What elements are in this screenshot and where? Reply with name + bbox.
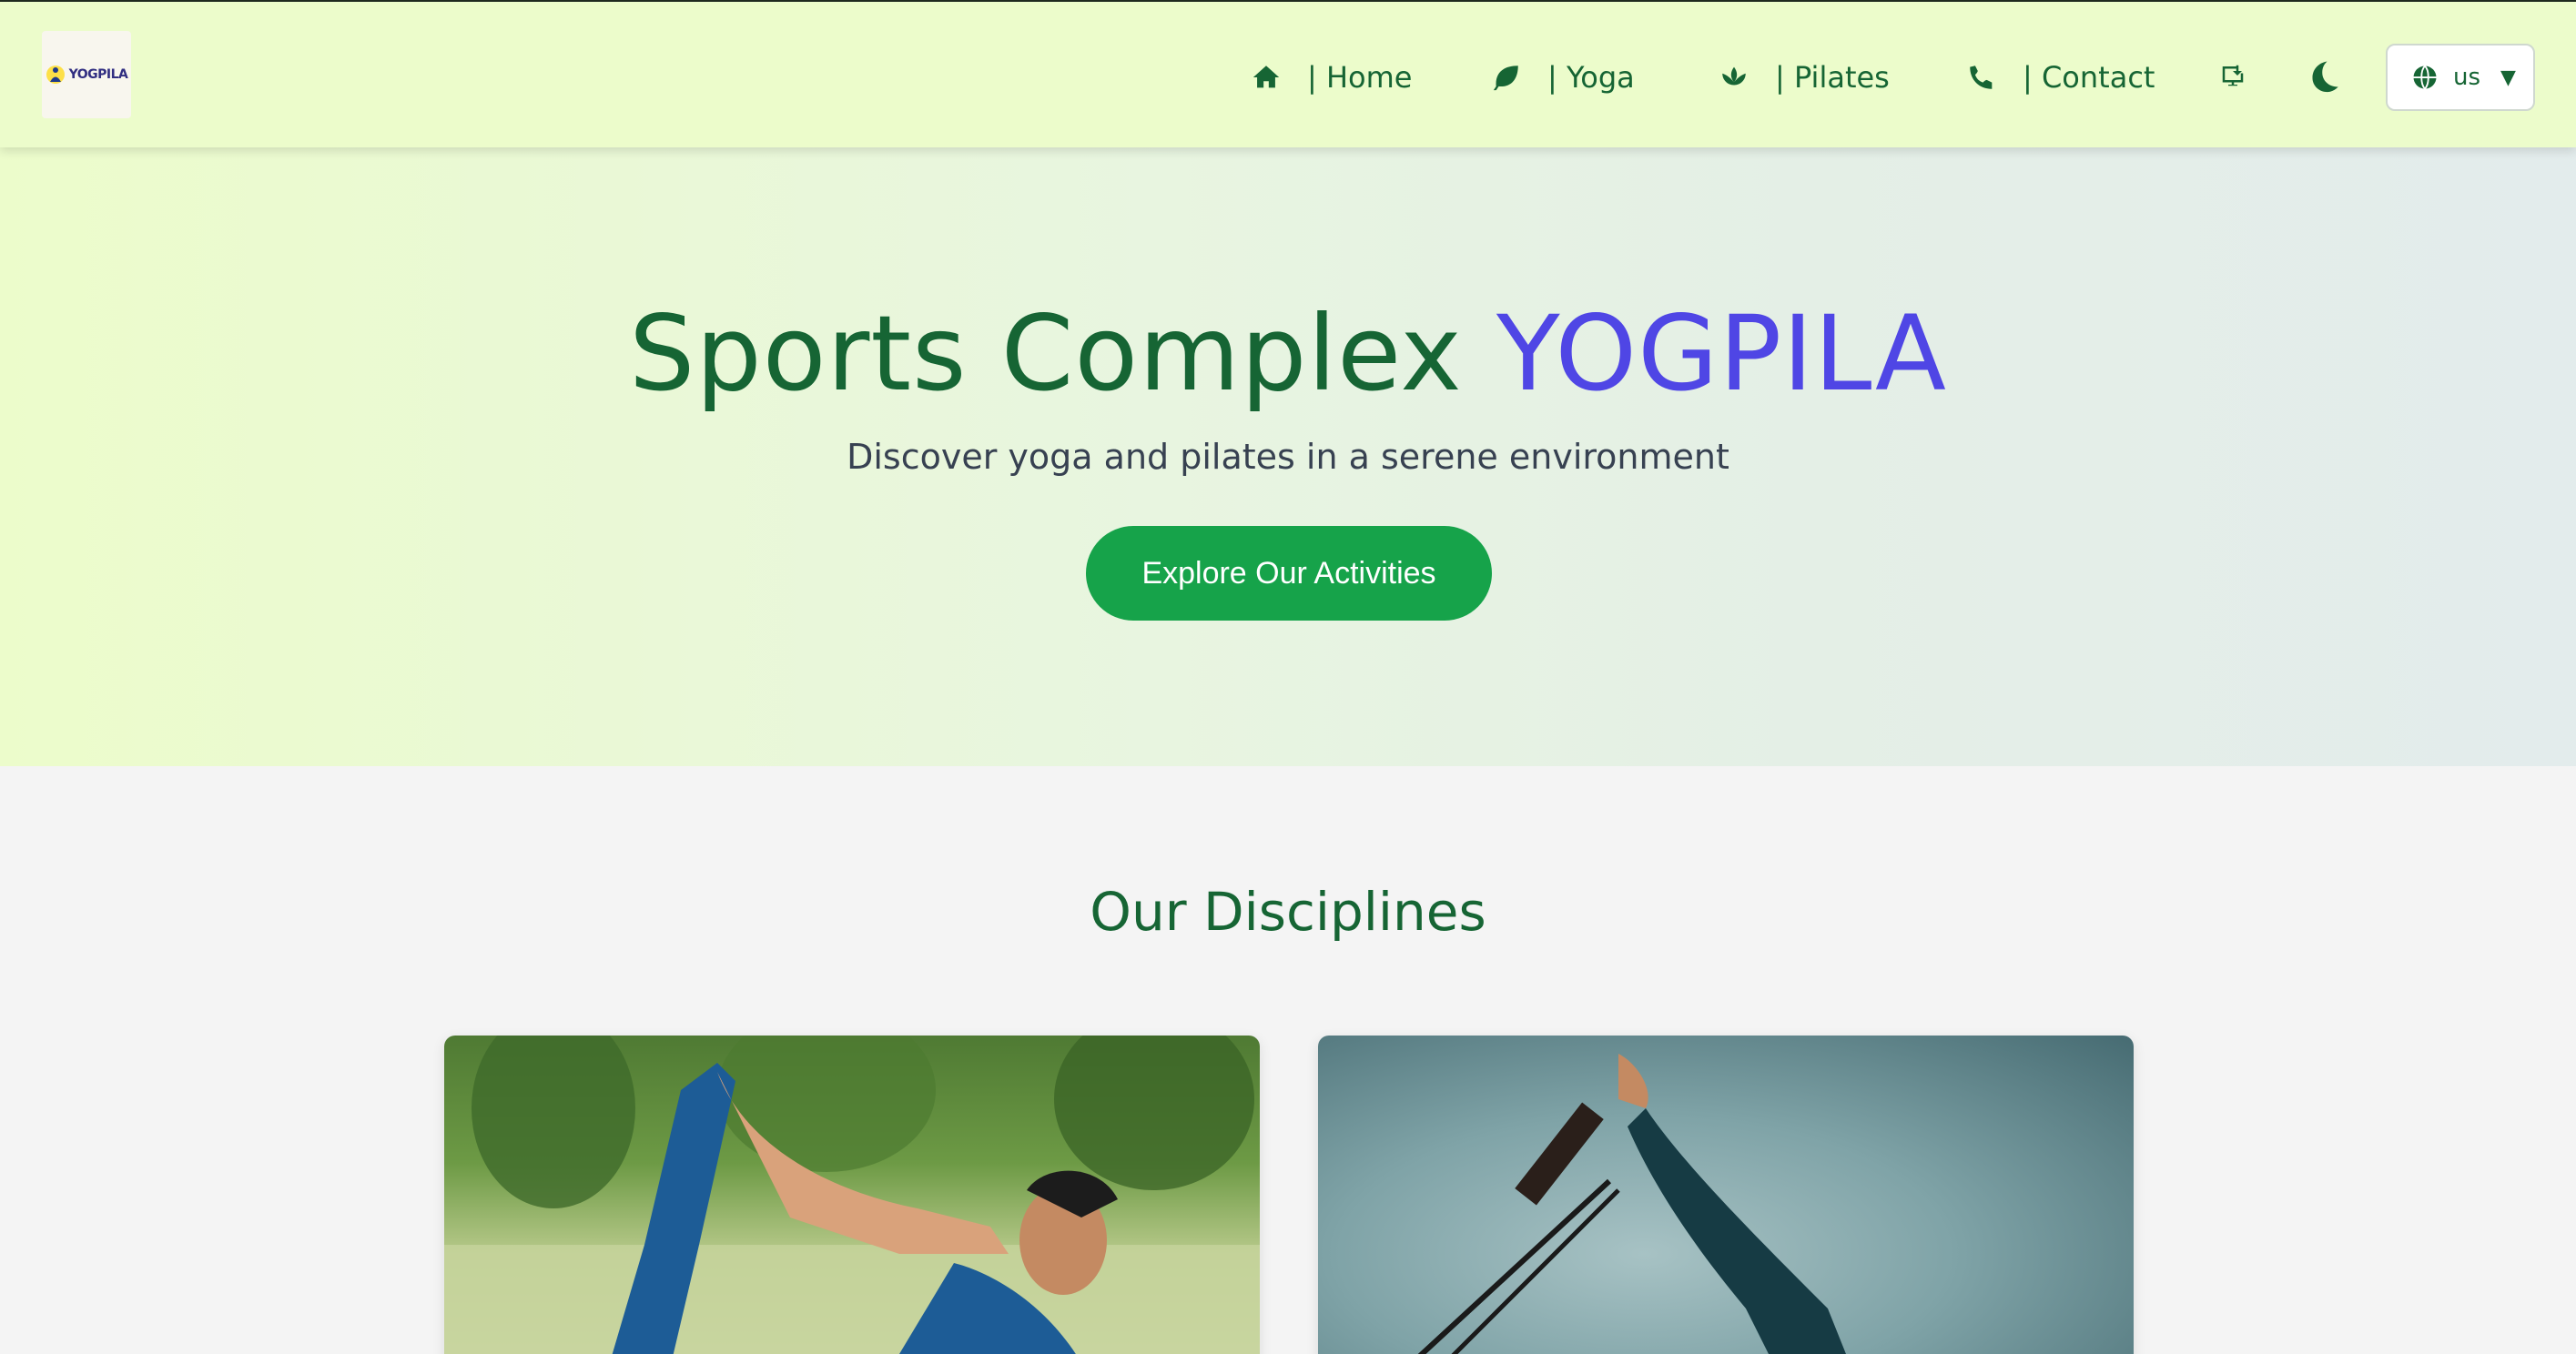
- yoga-photo: [444, 1036, 1260, 1354]
- nav-contact-link[interactable]: | Contact: [1966, 55, 2155, 100]
- hero-subtitle: Discover yoga and pilates in a serene en…: [847, 437, 1729, 477]
- theme-toggle-button[interactable]: [2303, 56, 2345, 98]
- pilates-card[interactable]: [1318, 1036, 2134, 1354]
- language-selector[interactable]: us ▼: [2386, 44, 2535, 111]
- nav-home-link[interactable]: | Home: [1251, 55, 1412, 100]
- disciplines-title: Our Disciplines: [1090, 881, 1486, 943]
- hero-title-text: Sports Complex: [629, 293, 1463, 414]
- site-logo[interactable]: YOGPILA: [42, 31, 131, 118]
- hero-title: Sports Complex YOGPILA: [0, 293, 2576, 414]
- meditation-figure-icon: [46, 63, 66, 86]
- install-app-icon: [2222, 65, 2244, 86]
- lotus-icon: [1722, 66, 1746, 86]
- nav-pilates-label: | Pilates: [1775, 60, 1890, 95]
- phone-icon: [1970, 66, 1993, 89]
- logo-text: YOGPILA: [68, 67, 128, 82]
- moon-icon: [2312, 61, 2338, 93]
- nav-home-label: | Home: [1307, 60, 1413, 95]
- home-icon: [1253, 66, 1280, 88]
- hero-section: Sports Complex YOGPILA Discover yoga and…: [0, 147, 2576, 766]
- explore-activities-button[interactable]: Explore Our Activities: [1086, 526, 1492, 621]
- leaf-icon: [1493, 66, 1518, 91]
- top-navbar: YOGPILA | Home | Yoga | Pilates | Contac…: [0, 0, 2576, 147]
- language-code: us: [2453, 64, 2481, 91]
- install-app-button[interactable]: [2217, 60, 2248, 91]
- hero-brand: YOGPILA: [1496, 293, 1947, 414]
- yoga-card[interactable]: [444, 1036, 1260, 1354]
- chevron-down-icon: ▼: [2500, 66, 2516, 89]
- nav-pilates-link[interactable]: | Pilates: [1719, 55, 1890, 100]
- globe-icon: [2413, 65, 2437, 90]
- nav-contact-label: | Contact: [2023, 60, 2155, 95]
- nav-yoga-link[interactable]: | Yoga: [1491, 55, 1635, 100]
- pilates-photo: [1417, 1054, 1846, 1354]
- nav-yoga-label: | Yoga: [1547, 60, 1635, 95]
